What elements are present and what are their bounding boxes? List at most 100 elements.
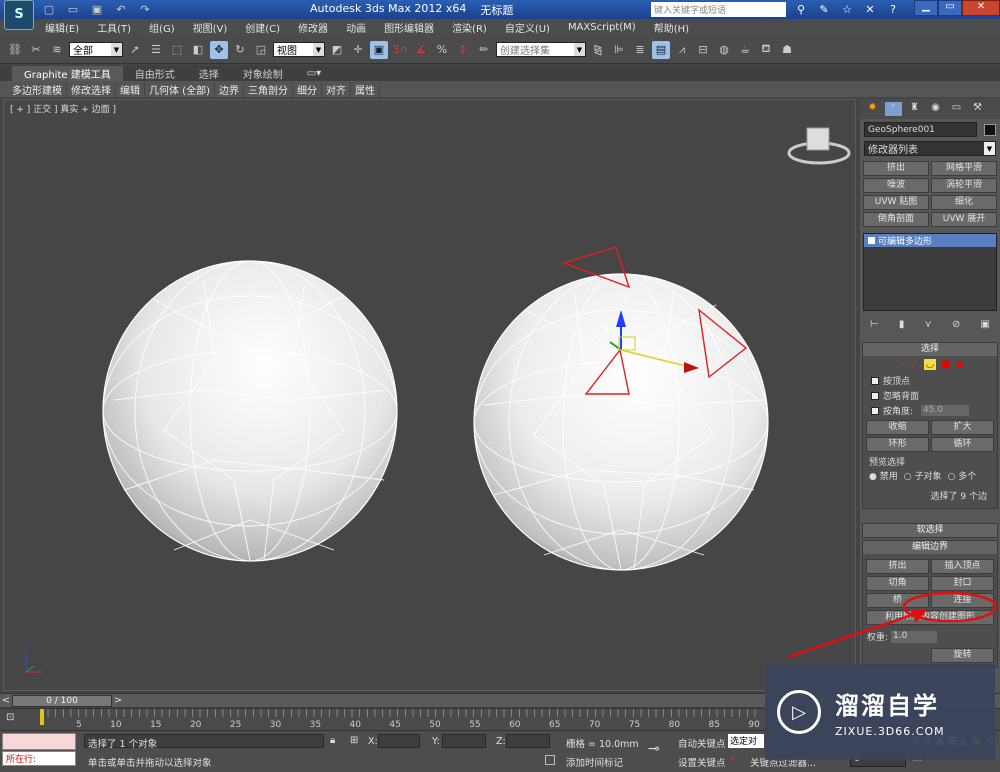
edge-level-icon[interactable]: ⟋ [912,359,919,370]
add-time-tag-icon[interactable] [545,755,555,765]
close-button[interactable]: ✕ [962,0,1000,16]
curve-editor-icon[interactable]: ⩘ [673,41,691,59]
mini-curve-icon[interactable]: ⊡ [6,712,14,723]
scale-icon[interactable]: ◲ [252,41,270,59]
bevel-profile-button[interactable]: 倒角剖面 [863,212,929,227]
angle-snap-icon[interactable]: ∡ [412,41,430,59]
object-name-field[interactable]: GeoSphere001 [864,122,977,137]
configure-sets-icon[interactable]: ▣ [980,319,989,330]
radio-subobject[interactable]: ○ 子对象 [904,469,942,482]
element-level-icon[interactable]: ◆ [956,359,964,370]
insert-vertex-button[interactable]: 插入顶点 [931,559,994,574]
move-icon[interactable]: ✥ [210,40,228,59]
menu-rendering[interactable]: 渲染(R) [443,20,496,35]
grow-button[interactable]: 扩大 [931,420,994,435]
meshsmooth-button[interactable]: 网格平滑 [931,161,997,176]
time-slider-thumb[interactable]: 0 / 100 [12,694,112,707]
stack-item-editable-poly[interactable]: 可编辑多边形 [864,234,996,247]
loop-button[interactable]: 循环 [931,437,994,452]
radio-multiple[interactable]: ○ 多个 [947,469,976,482]
ribbon-edit[interactable]: 编辑 [116,81,145,97]
edit-named-selection-icon[interactable]: ✏ [475,41,493,59]
modifier-list-dropdown[interactable]: 修改器列表 ▼ [864,141,996,156]
extrude-mod-button[interactable]: 挤出 [863,161,929,176]
render-icon[interactable]: ☗ [778,41,796,59]
hierarchy-tab-icon[interactable]: ♜ [906,102,923,116]
keyboard-shortcut-icon[interactable]: ▣ [370,40,388,59]
link-icon[interactable]: ⛓ [6,41,24,59]
border-level-icon[interactable]: ◡ [923,359,937,370]
extrude-button[interactable]: 挤出 [866,559,929,574]
ring-button[interactable]: 环形 [866,437,929,452]
help-icon[interactable]: ? [884,1,902,19]
selection-filter-dropdown[interactable]: 全部 ▼ [69,42,123,57]
ignore-backfacing-checkbox[interactable]: 忽略背面 [863,388,997,403]
tools-icon[interactable]: ✎ [815,1,833,19]
by-vertex-checkbox[interactable]: 按顶点 [863,373,997,388]
set-key-button[interactable]: 设置关键点 [678,755,726,769]
object-color-swatch[interactable] [984,124,996,136]
z-input[interactable] [506,734,550,748]
select-by-name-icon[interactable]: ☰ [147,41,165,59]
maxscript-mini[interactable]: 所在行: [2,751,76,766]
select-manipulate-icon[interactable]: ✛ [349,41,367,59]
key-mode-dropdown[interactable]: 选定对象 [728,734,764,748]
utilities-tab-icon[interactable]: ⚒ [969,102,986,116]
pivot-center-icon[interactable]: ◩ [328,41,346,59]
app-logo-icon[interactable]: S [4,0,34,30]
tab-freeform[interactable]: 自由形式 [123,66,187,81]
ribbon-triangulation[interactable]: 三角剖分 [244,81,293,97]
new-file-icon[interactable]: ▢ [40,1,58,19]
render-setup-icon[interactable]: ☕ [736,41,754,59]
menu-modifiers[interactable]: 修改器 [289,20,337,35]
menu-graph-editors[interactable]: 图形编辑器 [375,20,443,35]
key-icon[interactable]: ⊸ [648,741,660,757]
schematic-view-icon[interactable]: ⊟ [694,41,712,59]
ribbon-properties[interactable]: 属性 [351,81,380,97]
select-object-icon[interactable]: ➚ [126,41,144,59]
ribbon-subdivision[interactable]: 细分 [293,81,322,97]
named-selection-dropdown[interactable]: 创建选择集 ▼ [496,42,586,57]
make-unique-icon[interactable]: ⋎ [925,319,932,330]
time-prev-icon[interactable]: < [0,695,12,706]
viewcube-icon[interactable] [787,127,851,165]
render-frame-icon[interactable]: ⛾ [757,41,775,59]
snap-toggle-icon[interactable]: 3 ∩ [391,41,409,59]
unlink-icon[interactable]: ✂ [27,41,45,59]
geosphere-right[interactable]: z y x [473,246,769,571]
redo-icon[interactable]: ↷ [136,1,154,19]
undo-icon[interactable]: ↶ [112,1,130,19]
turbosmooth-button[interactable]: 涡轮平滑 [931,178,997,193]
pin-stack-icon[interactable]: ⊢ [870,319,879,330]
x-input[interactable] [378,734,420,748]
window-crossing-icon[interactable]: ◧ [189,41,207,59]
uvw-map-button[interactable]: UVW 贴图 [863,195,929,210]
display-tab-icon[interactable]: ▭ [948,102,965,116]
shrink-button[interactable]: 收缩 [866,420,929,435]
rotate-icon[interactable]: ↻ [231,41,249,59]
menu-tools[interactable]: 工具(T) [88,20,140,35]
radio-disable[interactable]: ● 禁用 [869,469,898,482]
minimize-button[interactable]: ▁ [914,0,938,16]
material-editor-icon[interactable]: ◍ [715,41,733,59]
remove-modifier-icon[interactable]: ⊘ [952,319,960,330]
modify-tab-icon[interactable]: ◜ [885,102,902,116]
time-next-icon[interactable]: > [112,695,124,706]
add-time-tag[interactable]: 添加时间标记 [566,755,623,769]
ref-coord-dropdown[interactable]: 视图 ▼ [273,42,325,57]
ribbon-geometry-all[interactable]: 几何体 (全部) [145,81,215,97]
ribbon-modify-selection[interactable]: 修改选择 [67,81,116,97]
angle-input[interactable]: 45.0 [921,405,970,416]
soft-selection-title[interactable]: 软选择 [863,524,997,537]
tab-selection[interactable]: 选择 [187,66,231,81]
menu-maxscript[interactable]: MAXScript(M) [559,22,645,33]
menu-animation[interactable]: 动画 [337,20,375,35]
menu-customize[interactable]: 自定义(U) [496,20,559,35]
save-icon[interactable]: ▣ [88,1,106,19]
menu-views[interactable]: 视图(V) [184,20,237,35]
y-input[interactable] [442,734,486,748]
menu-help[interactable]: 帮助(H) [645,20,698,35]
layers-icon[interactable]: ≣ [631,41,649,59]
tessellate-button[interactable]: 细化 [931,195,997,210]
star-icon[interactable]: ☆ [838,1,856,19]
